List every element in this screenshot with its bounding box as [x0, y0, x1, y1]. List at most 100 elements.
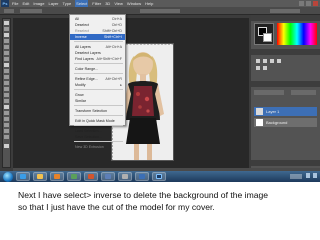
- menu-item-label: All Layers: [75, 45, 91, 49]
- menu-item-label: Deselect: [75, 23, 89, 27]
- menu-item-find-layers[interactable]: Find Layers Alt+Shift+Ctrl+F: [70, 56, 125, 62]
- menu-item-label: Deselect Layers: [75, 51, 101, 55]
- menu-item-similar[interactable]: Similar: [70, 98, 125, 104]
- clone-stamp-tool-icon[interactable]: [4, 69, 9, 73]
- menu-item-label: Transform Selection: [75, 109, 108, 113]
- workspace-switcher[interactable]: [270, 9, 300, 13]
- dodge-tool-icon[interactable]: [4, 99, 9, 103]
- photoshop-screenshot: Ps File Edit Image Layer Type Select Fil…: [0, 0, 320, 182]
- menu-select[interactable]: Select: [75, 0, 89, 7]
- adjustment-icon[interactable]: [277, 59, 281, 63]
- zoom-tool-icon[interactable]: [4, 135, 9, 139]
- type-tool-icon[interactable]: [4, 111, 9, 115]
- menu-image[interactable]: Image: [33, 0, 44, 7]
- layers-panel-tab[interactable]: [251, 81, 320, 87]
- taskbar-app-icon[interactable]: [118, 172, 132, 181]
- path-selection-tool-icon[interactable]: [4, 117, 9, 121]
- photoshop-logo-icon: Ps: [1, 0, 9, 7]
- options-control[interactable]: [20, 9, 42, 13]
- menu-item-label: Edit in Quick Mask Mode: [75, 119, 115, 123]
- shape-tool-icon[interactable]: [4, 123, 9, 127]
- layer-blend-mode[interactable]: [254, 90, 284, 95]
- taskbar-ie-icon[interactable]: [16, 172, 30, 181]
- move-tool-icon[interactable]: [4, 21, 9, 25]
- layer-thumbnail: [256, 108, 263, 115]
- eraser-tool-icon[interactable]: [4, 81, 9, 85]
- adjustment-icon[interactable]: [263, 66, 267, 70]
- menu-separator: [74, 41, 123, 42]
- color-spectrum[interactable]: [277, 23, 317, 45]
- menu-item-label: Modify: [75, 83, 86, 87]
- menu-item-label: All: [75, 17, 79, 21]
- menu-item-transform-selection[interactable]: Transform Selection: [70, 108, 125, 114]
- menu-item-shortcut: Alt+Ctrl+A: [105, 45, 122, 49]
- eyedropper-tool-icon[interactable]: [4, 51, 9, 55]
- layer-row[interactable]: Layer 1: [254, 107, 317, 116]
- crop-tool-icon[interactable]: [4, 45, 9, 49]
- maximize-icon[interactable]: [306, 1, 311, 6]
- menu-file[interactable]: File: [12, 0, 18, 7]
- layer-name: Layer 1: [266, 109, 280, 114]
- color-panel-tab[interactable]: [251, 15, 320, 21]
- menu-item-modify[interactable]: Modify ▸: [70, 82, 125, 88]
- menu-item-inverse[interactable]: Inverse Shift+Ctrl+I: [70, 34, 125, 40]
- select-menu-dropdown: All Ctrl+A Deselect Ctrl+D Reselect Shift+Ctr…: [69, 14, 126, 149]
- menu-view[interactable]: View: [114, 0, 123, 7]
- menu-item-shortcut: Alt+Shift+Ctrl+F: [96, 57, 122, 61]
- document-canvas-area[interactable]: [13, 18, 249, 168]
- tray-icon[interactable]: [306, 173, 310, 178]
- options-bar: [0, 7, 320, 15]
- tool-preset-picker[interactable]: [4, 9, 14, 13]
- tray-icon[interactable]: [313, 173, 317, 178]
- quick-selection-tool-icon[interactable]: [4, 39, 9, 43]
- menu-3d[interactable]: 3D: [105, 0, 110, 7]
- healing-brush-tool-icon[interactable]: [4, 57, 9, 61]
- taskbar-app-icon[interactable]: [67, 172, 81, 181]
- pen-tool-icon[interactable]: [4, 105, 9, 109]
- lasso-tool-icon[interactable]: [4, 33, 9, 37]
- taskbar-clock[interactable]: [290, 174, 302, 179]
- menu-filter[interactable]: Filter: [92, 0, 101, 7]
- caption-line-2: so that I just have the cut of the model…: [18, 202, 215, 212]
- taskbar-photoshop-icon[interactable]: [152, 172, 166, 181]
- options-control[interactable]: [140, 9, 180, 13]
- adjustment-icon[interactable]: [263, 59, 267, 63]
- taskbar-app-icon[interactable]: [101, 172, 115, 181]
- layer-opacity[interactable]: [291, 90, 316, 95]
- menu-item-label: Save Selection...: [75, 135, 102, 139]
- taskbar-media-player-icon[interactable]: [50, 172, 64, 181]
- taskbar-app-icon[interactable]: [135, 172, 149, 181]
- menu-window[interactable]: Window: [127, 0, 141, 7]
- close-icon[interactable]: [313, 1, 318, 6]
- adjustment-icon[interactable]: [256, 66, 260, 70]
- marquee-tool-icon[interactable]: [4, 27, 9, 31]
- layer-row[interactable]: Background: [254, 118, 317, 127]
- menu-edit[interactable]: Edit: [22, 0, 29, 7]
- menu-separator: [74, 63, 123, 64]
- adjustment-icon[interactable]: [256, 59, 260, 63]
- menu-item-label: Load Selection...: [75, 129, 102, 133]
- menu-item-label: Inverse: [75, 35, 87, 39]
- menu-item-new-3d-extrusion[interactable]: New 3D Extrusion: [70, 144, 125, 150]
- brush-tool-icon[interactable]: [4, 63, 9, 67]
- blur-tool-icon[interactable]: [4, 93, 9, 97]
- menu-layer[interactable]: Layer: [48, 0, 58, 7]
- taskbar-explorer-icon[interactable]: [33, 172, 47, 181]
- right-panels: Layer 1 Background: [251, 15, 320, 168]
- taskbar-firefox-icon[interactable]: [84, 172, 98, 181]
- menu-item-save-selection[interactable]: Save Selection...: [70, 134, 125, 140]
- minimize-icon[interactable]: [299, 1, 304, 6]
- color-picker[interactable]: [254, 23, 274, 45]
- menu-item-color-range[interactable]: Color Range...: [70, 66, 125, 72]
- adjustments-panel-tab[interactable]: [251, 49, 320, 55]
- gradient-tool-icon[interactable]: [4, 87, 9, 91]
- hand-tool-icon[interactable]: [4, 129, 9, 133]
- menu-type[interactable]: Type: [63, 0, 72, 7]
- menu-help[interactable]: Help: [145, 0, 153, 7]
- start-button-icon[interactable]: [3, 171, 13, 182]
- adjustment-icon[interactable]: [270, 59, 274, 63]
- menu-item-edit-in-quick-mask-mode[interactable]: Edit in Quick Mask Mode: [70, 118, 125, 124]
- history-brush-tool-icon[interactable]: [4, 75, 9, 79]
- caption-line-1: Next I have select> inverse to delete th…: [18, 190, 269, 200]
- foreground-color-swatch[interactable]: [4, 144, 9, 148]
